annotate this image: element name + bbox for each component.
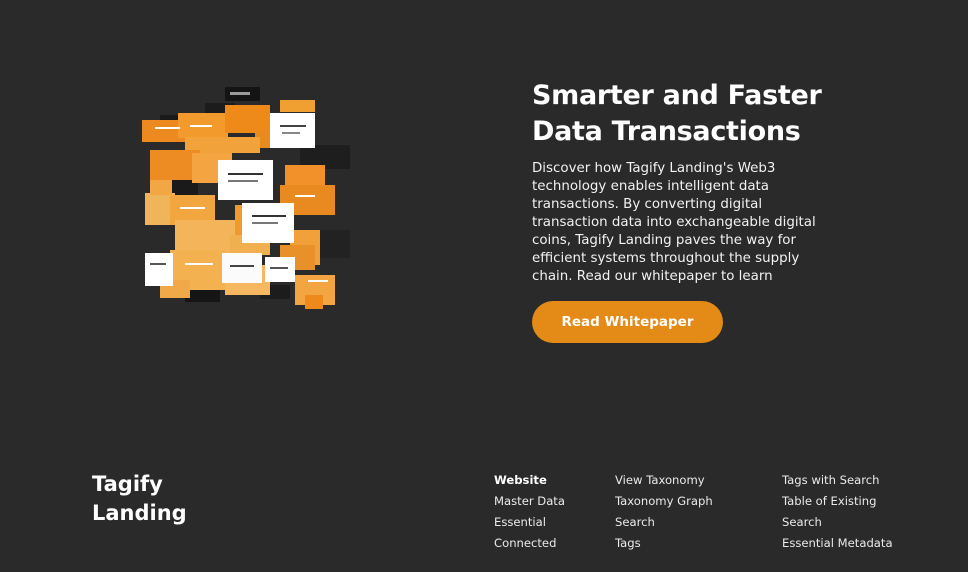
read-whitepaper-button[interactable]: Read Whitepaper bbox=[532, 301, 723, 343]
page: Smarter and Faster Data Transactions Dis… bbox=[0, 0, 968, 572]
footer-link-website[interactable]: Website bbox=[494, 473, 547, 487]
footer-link-master-data[interactable]: Master Data bbox=[494, 494, 565, 508]
hero-description: Discover how Tagify Landing's Web3 techn… bbox=[532, 161, 816, 284]
footer-link-tags[interactable]: Tags bbox=[615, 536, 641, 550]
footer-link-table-of-existing[interactable]: Table of Existing bbox=[782, 494, 876, 508]
footer-links-column-2: View Taxonomy Taxonomy Graph Search Tags bbox=[615, 470, 765, 554]
footer-link-search-2[interactable]: Search bbox=[782, 515, 822, 529]
footer-link-connected[interactable]: Connected bbox=[494, 536, 556, 550]
footer-link-taxonomy-graph[interactable]: Taxonomy Graph bbox=[615, 494, 713, 508]
footer-link-search[interactable]: Search bbox=[615, 515, 655, 529]
footer-link-view-taxonomy[interactable]: View Taxonomy bbox=[615, 473, 705, 487]
footer-links-column-1: Website Master Data Essential Connected bbox=[494, 470, 604, 554]
footer-brand: Tagify Landing bbox=[92, 470, 202, 528]
footer-link-essential[interactable]: Essential bbox=[494, 515, 546, 529]
hero-title: Smarter and Faster Data Transactions bbox=[532, 80, 822, 147]
footer-link-essential-metadata[interactable]: Essential Metadata bbox=[782, 536, 893, 550]
footer-links-column-3: Tags with Search Table of Existing Searc… bbox=[782, 470, 932, 554]
brand-line-1: Tagify bbox=[92, 472, 163, 496]
brand-line-2: Landing bbox=[92, 501, 187, 525]
footer-link-tags-with-search[interactable]: Tags with Search bbox=[782, 473, 879, 487]
tag-collage-illustration bbox=[142, 87, 350, 309]
